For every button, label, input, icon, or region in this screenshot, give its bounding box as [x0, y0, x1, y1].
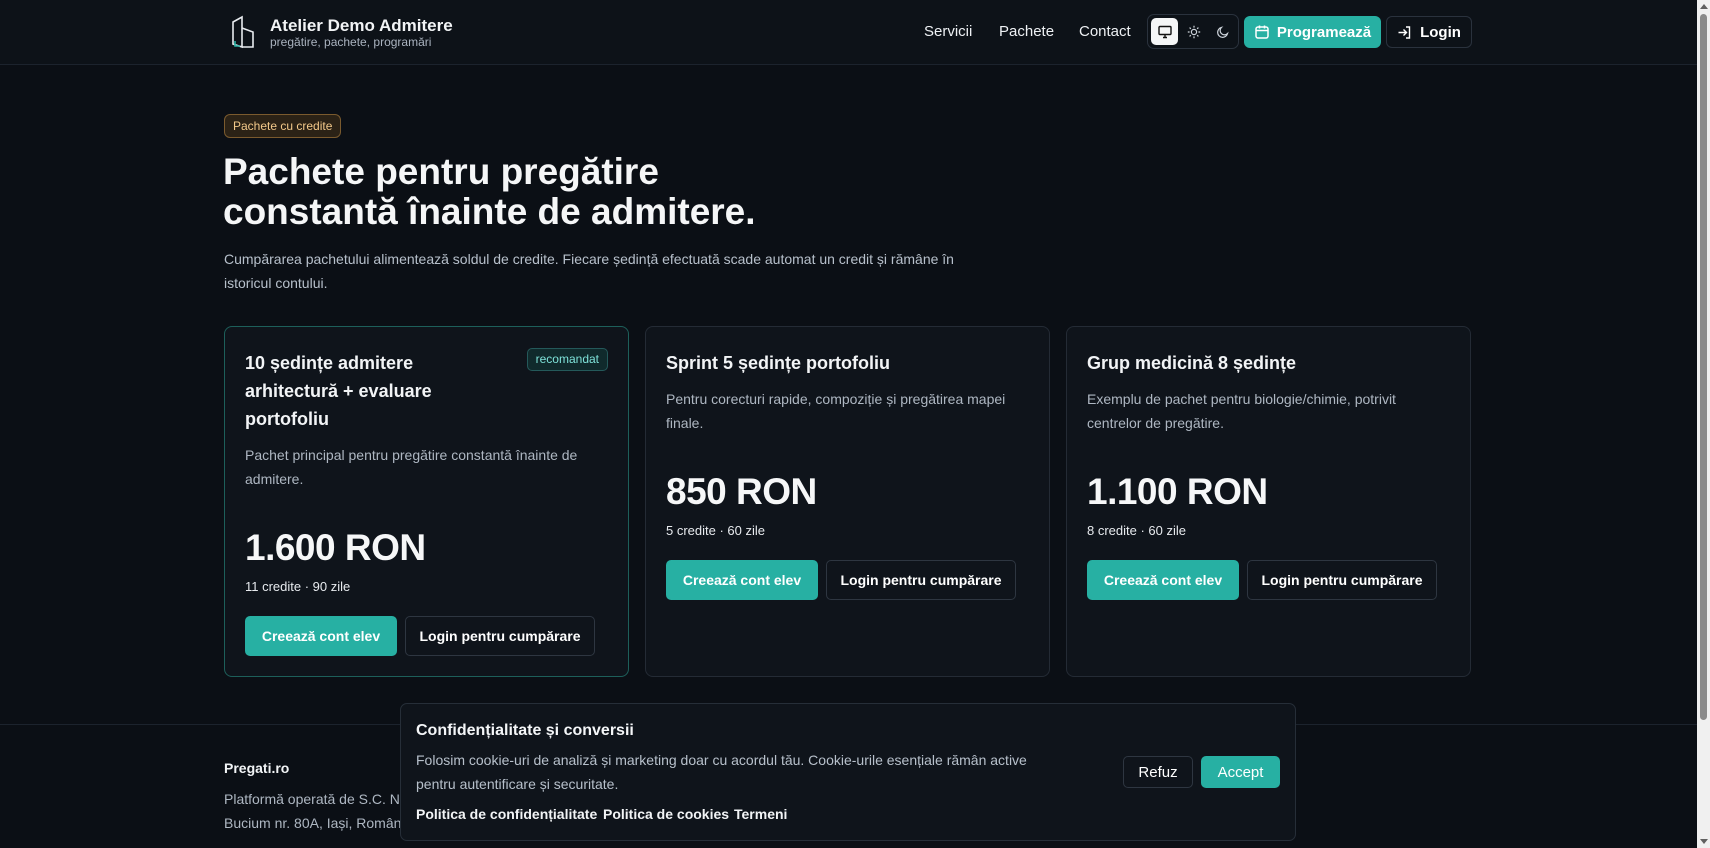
package-meta: 5 credite · 60 zile — [666, 523, 765, 538]
privacy-policy-link[interactable]: Politica de confidențialitate — [416, 806, 597, 822]
top-navbar: Atelier Demo Admitere pregătire, pachete… — [0, 0, 1697, 65]
brand-subtitle: pregătire, pachete, programări — [270, 34, 432, 49]
footer-company-line: Platformă operată de S.C. N — [224, 791, 400, 807]
terms-link[interactable]: Termeni — [734, 806, 787, 822]
hero-badge: Pachete cu credite — [224, 114, 342, 138]
package-meta: 11 credite · 90 zile — [245, 579, 351, 594]
package-description: Pachet principal pentru pregătire consta… — [245, 447, 578, 487]
brand-text: Atelier Demo Admitere pregătire, pachete… — [270, 16, 453, 49]
package-price: 1.100 RON — [1087, 471, 1268, 512]
sun-icon — [1187, 25, 1200, 38]
package-description: Exemplu de pachet pentru biologie/chimie… — [1087, 391, 1396, 431]
login-to-buy-button[interactable]: Login pentru cumpărare — [1247, 560, 1437, 600]
calendar-icon — [1255, 25, 1269, 39]
package-title: Sprint 5 ședințe portofoliu — [666, 353, 890, 373]
login-to-buy-button[interactable]: Login pentru cumpărare — [826, 560, 1016, 600]
nav-link-pachete[interactable]: Pachete — [999, 23, 1054, 40]
schedule-button[interactable]: Programează — [1244, 16, 1381, 48]
scroll-up-icon[interactable] — [1700, 4, 1708, 9]
theme-switcher — [1147, 14, 1239, 49]
cookie-consent-banner: Confidențialitate și conversii Folosim c… — [400, 703, 1296, 841]
create-account-button[interactable]: Creează cont elev — [245, 616, 397, 656]
nav-link-contact[interactable]: Contact — [1079, 23, 1131, 40]
accept-cookies-button[interactable]: Accept — [1201, 756, 1280, 788]
schedule-button-label: Programează — [1276, 23, 1372, 41]
login-button[interactable]: Login — [1386, 16, 1472, 48]
package-title: 10 ședințe admitere arhitectură + evalua… — [245, 353, 432, 429]
login-to-buy-button[interactable]: Login pentru cumpărare — [405, 616, 595, 656]
scroll-down-icon[interactable] — [1700, 839, 1708, 844]
package-card: Sprint 5 ședințe portofoliu Pentru corec… — [645, 326, 1050, 677]
create-account-button[interactable]: Creează cont elev — [1087, 560, 1239, 600]
brand[interactable]: Atelier Demo Admitere pregătire, pachete… — [229, 13, 453, 51]
package-meta: 8 credite · 60 zile — [1087, 523, 1186, 538]
cookie-policy-link[interactable]: Politica de cookies — [603, 806, 729, 822]
package-card: 10 ședințe admitere arhitectură + evalua… — [224, 326, 629, 677]
login-button-label: Login — [1420, 23, 1461, 41]
login-icon — [1398, 25, 1411, 39]
vertical-scrollbar[interactable] — [1697, 0, 1710, 848]
scrollbar-thumb[interactable] — [1700, 14, 1707, 720]
package-description: Pentru corecturi rapide, compoziție și p… — [666, 391, 1006, 431]
theme-system-button[interactable] — [1151, 18, 1178, 45]
monitor-icon — [1157, 25, 1172, 38]
page-title: Pachete pentru pregătire constantă înain… — [223, 151, 756, 232]
theme-dark-button[interactable] — [1209, 18, 1236, 45]
theme-light-button[interactable] — [1180, 18, 1207, 45]
refuse-cookies-button[interactable]: Refuz — [1123, 756, 1193, 788]
package-price: 1.600 RON — [245, 527, 426, 568]
footer-address-line: Bucium nr. 80A, Iași, Român — [224, 815, 402, 831]
package-price: 850 RON — [666, 471, 817, 512]
cookie-text: Folosim cookie-uri de analiză și marketi… — [416, 752, 1027, 792]
hero-description: Cumpărarea pachetului alimentează soldul… — [224, 251, 954, 291]
building-logo-icon — [232, 15, 254, 49]
create-account-button[interactable]: Creează cont elev — [666, 560, 818, 600]
nav-link-servicii[interactable]: Servicii — [924, 23, 972, 40]
footer-brand: Pregati.ro — [224, 760, 290, 776]
brand-title: Atelier Demo Admitere — [270, 15, 453, 35]
moon-icon — [1216, 25, 1229, 38]
package-title: Grup medicină 8 ședințe — [1087, 353, 1297, 373]
recommended-badge: recomandat — [526, 348, 608, 371]
cookie-title: Confidențialitate și conversii — [416, 722, 634, 739]
package-card: Grup medicină 8 ședințe Exemplu de pache… — [1066, 326, 1471, 677]
